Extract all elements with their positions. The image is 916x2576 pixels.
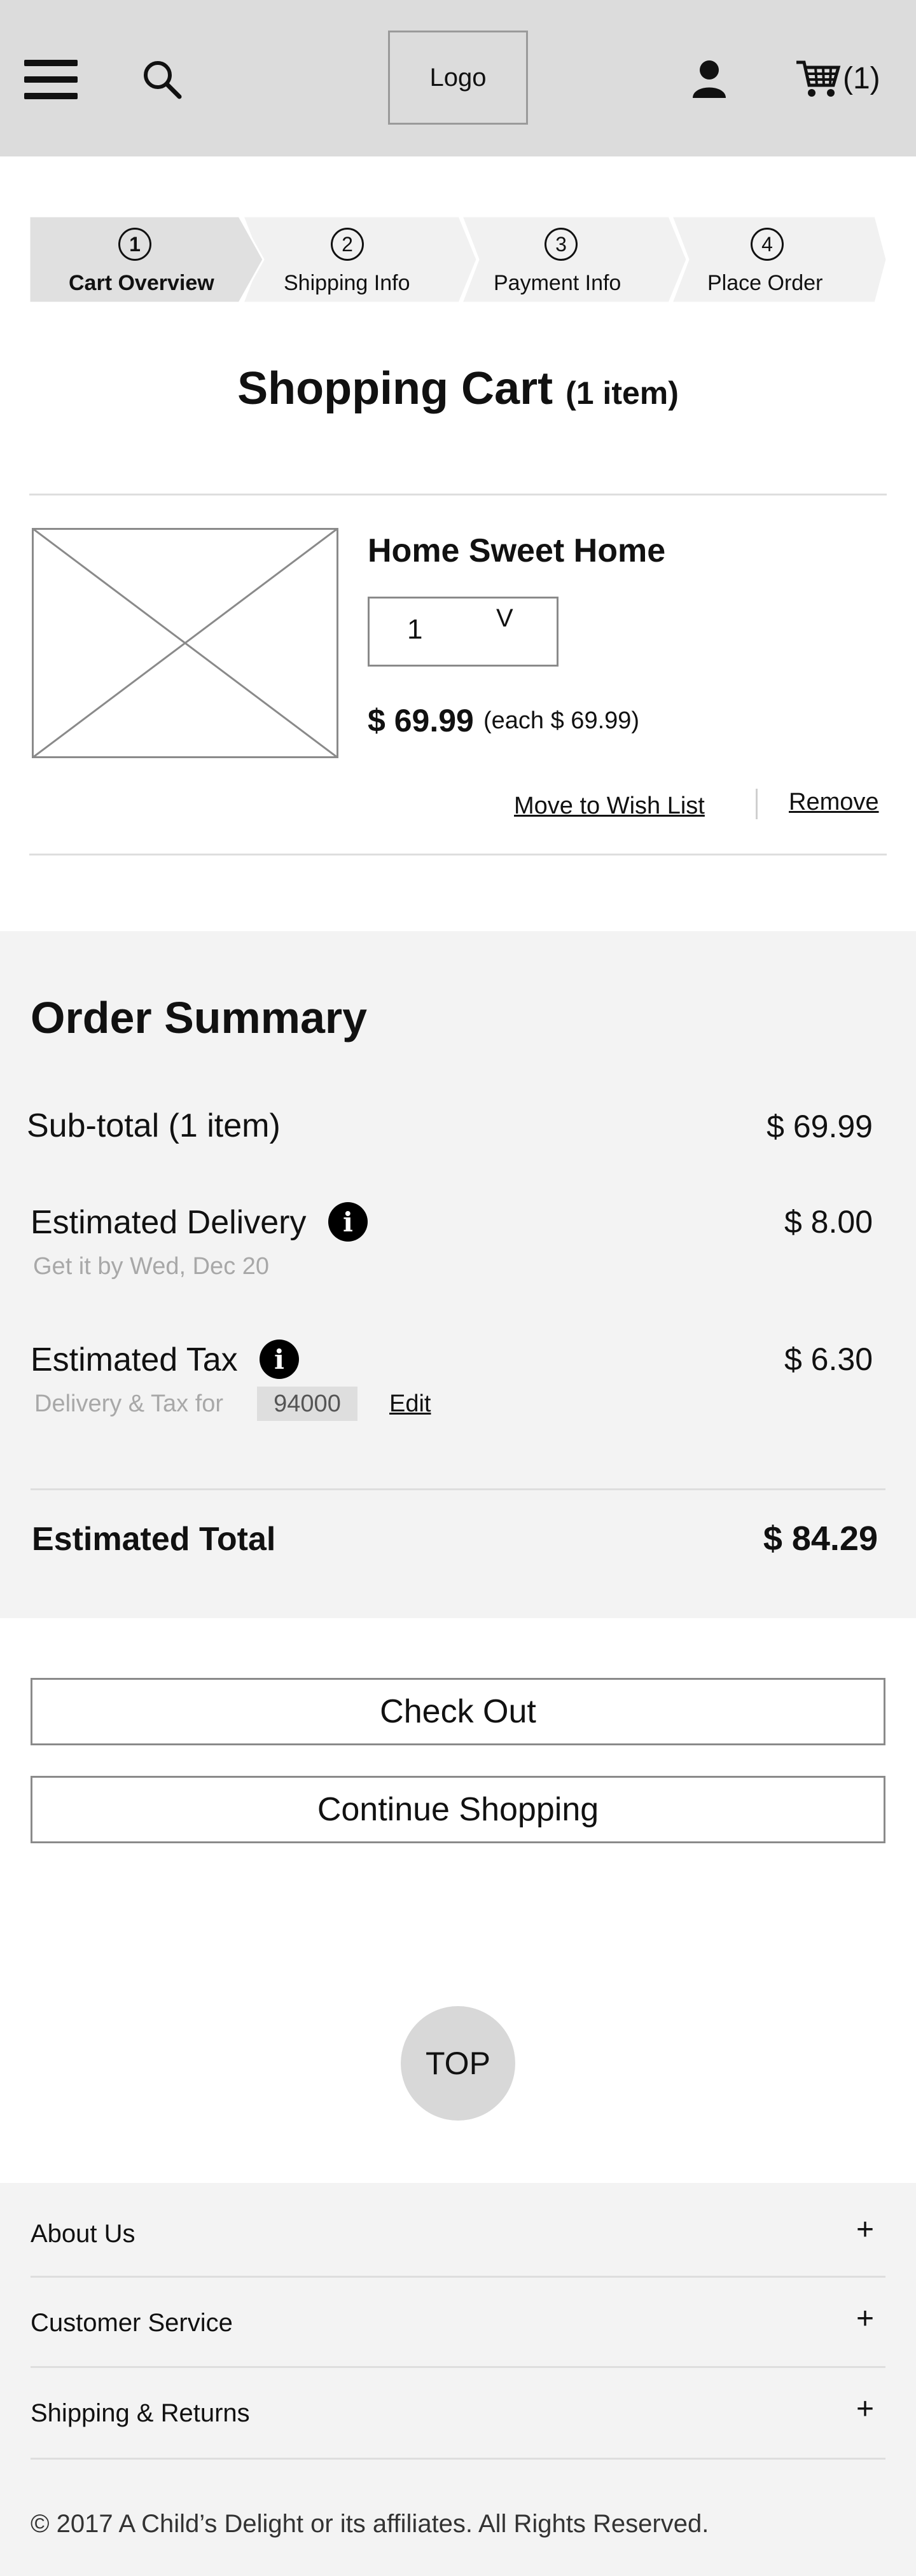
- footer-section-label: About Us: [31, 2220, 135, 2248]
- item-count: (1 item): [566, 375, 679, 411]
- divider: [31, 2458, 885, 2460]
- continue-shopping-button[interactable]: Continue Shopping: [31, 1776, 885, 1843]
- page-title: Shopping Cart (1 item): [0, 363, 916, 415]
- step-place-order[interactable]: 4 Place Order: [691, 216, 882, 303]
- step-number: 3: [545, 228, 578, 261]
- chevron-down-icon: V: [496, 604, 513, 632]
- footer-section-shipping-returns[interactable]: Shipping & Returns +: [31, 2367, 885, 2456]
- footer-section-label: Customer Service: [31, 2309, 233, 2337]
- logo[interactable]: Logo: [388, 31, 528, 125]
- checkout-button-label: Check Out: [380, 1693, 536, 1730]
- plus-icon: +: [856, 2213, 874, 2247]
- product-price: $ 69.99: [368, 703, 474, 738]
- estimated-tax-value: $ 6.30: [784, 1341, 873, 1377]
- step-label: Place Order: [707, 271, 823, 295]
- copyright-text: © 2017 A Child’s Delight or its affiliat…: [31, 2510, 709, 2538]
- estimated-tax-label: Estimated Tax: [31, 1341, 238, 1378]
- divider: [29, 854, 887, 855]
- quantity-select[interactable]: [368, 597, 559, 667]
- step-label: Payment Info: [494, 271, 621, 295]
- info-icon[interactable]: i: [328, 1202, 368, 1242]
- estimated-total-label: Estimated Total: [32, 1521, 276, 1558]
- cart-count[interactable]: (1): [843, 59, 880, 99]
- plus-icon: +: [856, 2392, 874, 2426]
- continue-shopping-label: Continue Shopping: [317, 1791, 599, 1828]
- step-number: 1: [118, 228, 151, 261]
- checkout-button[interactable]: Check Out: [31, 1678, 885, 1745]
- subtotal-label: Sub-total (1 item): [27, 1107, 281, 1144]
- search-icon[interactable]: [141, 59, 183, 100]
- product-name[interactable]: Home Sweet Home: [368, 532, 665, 570]
- edit-zip-link[interactable]: Edit: [389, 1390, 431, 1418]
- divider: [29, 494, 887, 495]
- estimated-total-value: $ 84.29: [763, 1520, 878, 1558]
- step-payment-info[interactable]: 3 Payment Info: [481, 216, 684, 303]
- order-summary-title: Order Summary: [31, 993, 368, 1042]
- step-number: 4: [751, 228, 784, 261]
- remove-link[interactable]: Remove: [789, 789, 879, 816]
- link-separator: [756, 789, 758, 819]
- back-to-top-label: TOP: [426, 2046, 490, 2081]
- plus-icon: +: [856, 2302, 874, 2336]
- step-number: 2: [331, 228, 364, 261]
- delivery-date-note: Get it by Wed, Dec 20: [33, 1253, 270, 1280]
- divider: [31, 1488, 885, 1490]
- subtotal-value: $ 69.99: [767, 1109, 873, 1144]
- estimated-delivery-value: $ 8.00: [784, 1204, 873, 1240]
- step-cart-overview[interactable]: 1 Cart Overview: [29, 216, 246, 303]
- step-label: Shipping Info: [284, 271, 410, 295]
- menu-icon[interactable]: [24, 60, 78, 99]
- checkout-progress: 1 Cart Overview 2 Shipping Info 3 Paymen…: [29, 216, 887, 303]
- product-image-placeholder[interactable]: [31, 527, 339, 759]
- account-icon[interactable]: [690, 59, 728, 100]
- logo-text: Logo: [429, 63, 487, 92]
- step-label: Cart Overview: [69, 271, 214, 295]
- unit-price: (each $ 69.99): [483, 707, 640, 734]
- zip-code: 94000: [257, 1387, 357, 1421]
- page-title-text: Shopping Cart: [237, 363, 553, 414]
- delivery-tax-note: Delivery & Tax for: [34, 1390, 224, 1417]
- step-shipping-info[interactable]: 2 Shipping Info: [265, 216, 468, 303]
- footer-section-label: Shipping & Returns: [31, 2399, 250, 2427]
- cart-icon[interactable]: [795, 59, 841, 99]
- footer-section-customer-service[interactable]: Customer Service +: [31, 2277, 885, 2366]
- back-to-top-button[interactable]: TOP: [401, 2006, 515, 2121]
- estimated-delivery-label: Estimated Delivery: [31, 1204, 307, 1241]
- quantity-value: 1: [407, 614, 423, 645]
- move-to-wish-list-link[interactable]: Move to Wish List: [514, 793, 705, 820]
- info-icon[interactable]: i: [260, 1340, 299, 1379]
- footer-section-about-us[interactable]: About Us +: [31, 2188, 885, 2277]
